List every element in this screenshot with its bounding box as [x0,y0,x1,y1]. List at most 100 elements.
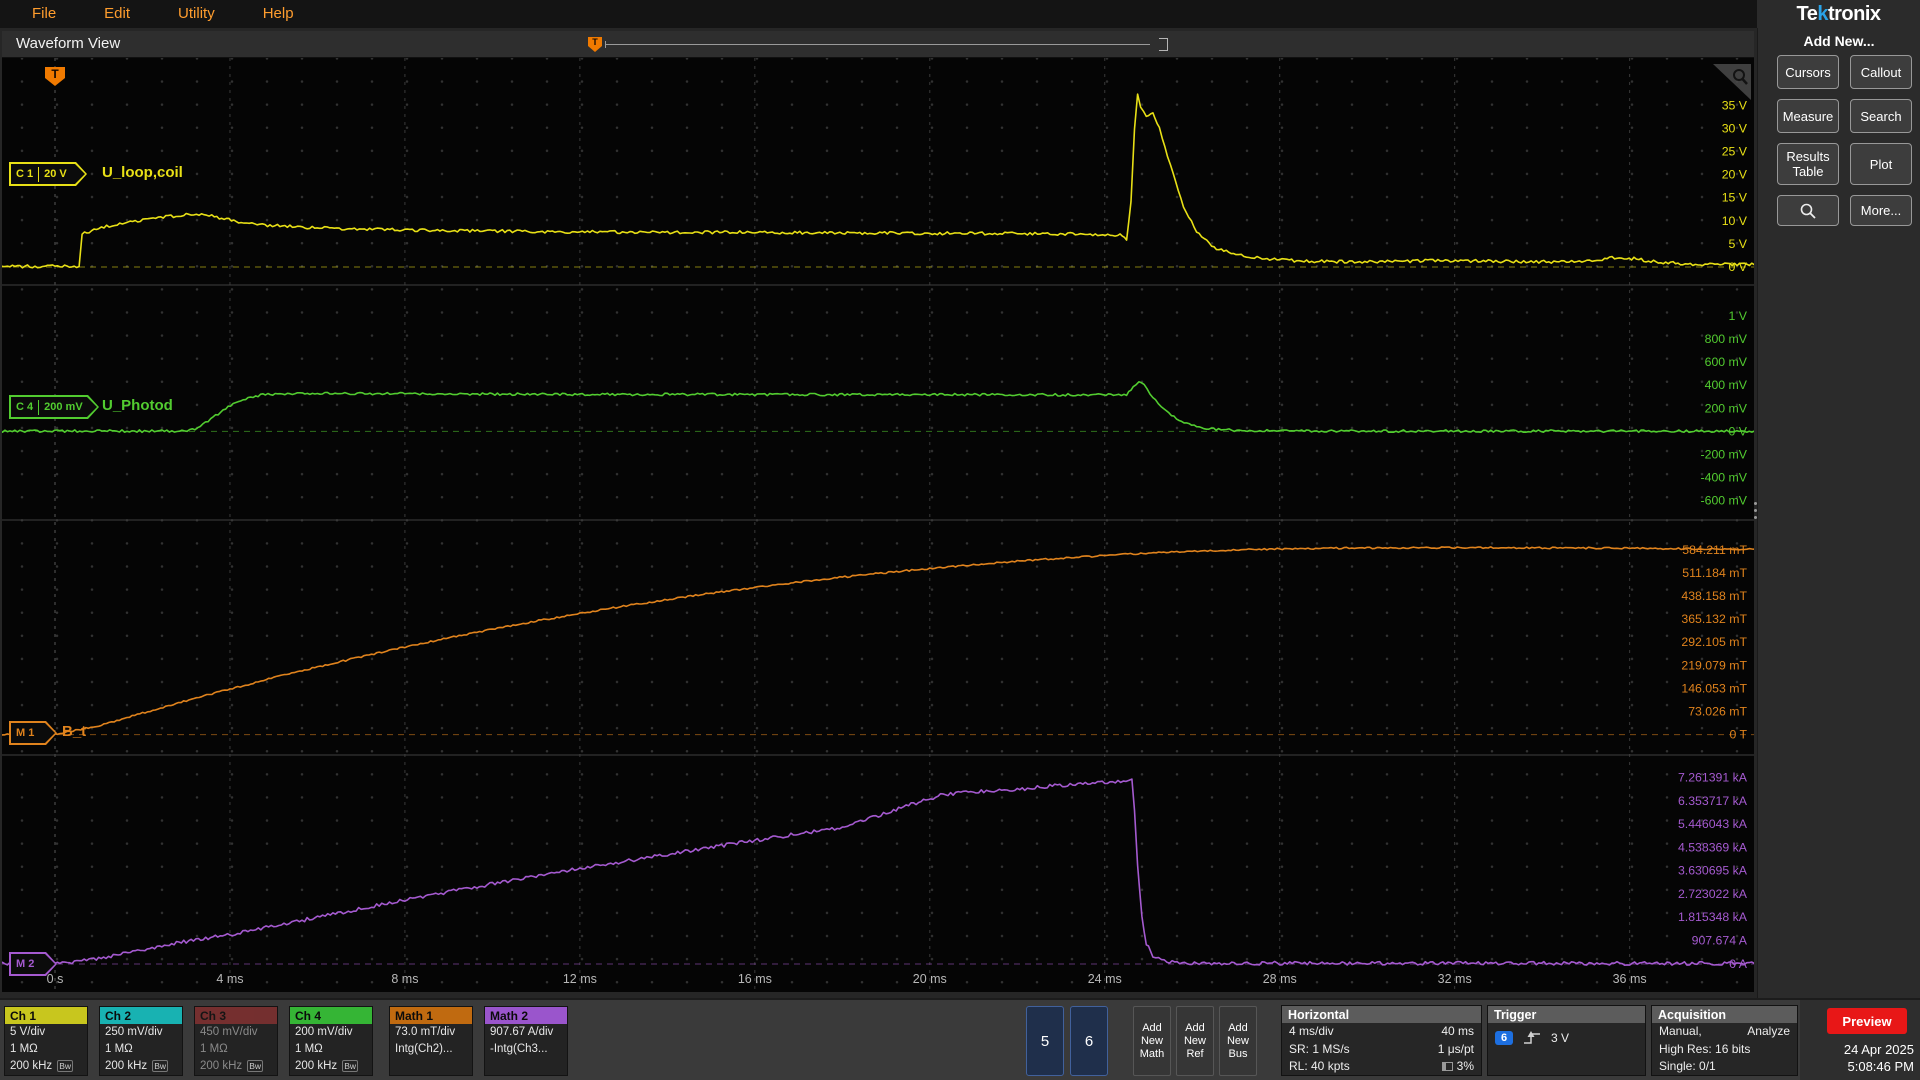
badge-channel-label: C 4 [16,401,34,413]
scale-label: 146.053 mT [1681,681,1747,695]
scale-label: 2.723022 kA [1678,887,1748,901]
right-panel: Add New... Cursors Callout Measure Search Re… [1757,28,1920,998]
acq-single: Single: 0/1 [1659,1059,1716,1073]
trace-c4 [2,381,1754,434]
waveform-view-titlebar: Waveform View T [2,31,1754,58]
zoom-corner-button[interactable] [1711,64,1751,100]
logo-accent: k [1817,2,1828,25]
record-end-bracket[interactable] [1159,38,1168,51]
scale-label: 800 mV [1705,332,1748,346]
more--button[interactable]: More... [1850,195,1912,226]
menu-item-file[interactable]: File [8,0,80,28]
badge-scale-label: 20 V [44,168,67,180]
scale-label: 25 V [1722,145,1748,159]
badge-title: Ch 2 [100,1007,182,1024]
badge-setting: 5 V/div [10,1026,46,1038]
trigger-title: Trigger [1488,1006,1645,1023]
status-date: 24 Apr 2025 [1843,1042,1914,1057]
cursors-button[interactable]: Cursors [1777,55,1839,89]
scale-label: 5.446043 kA [1678,817,1748,831]
badge-title: Ch 1 [5,1007,87,1024]
preview-button[interactable]: Preview [1827,1008,1907,1034]
add-new-ref-button[interactable]: Add New Ref [1176,1006,1214,1076]
tektronix-logo: Tektronix [1796,2,1881,26]
channel-slot-6[interactable]: 6 [1070,1006,1108,1076]
menu-bar: File Edit Utility Help [0,0,1757,28]
record-rail[interactable] [605,41,1150,48]
scale-label: 600 mV [1705,355,1748,369]
measure-button[interactable]: Measure [1777,99,1839,133]
horizontal-setting: 40 ms [1441,1024,1474,1038]
add-button-line: Bus [1228,1047,1248,1060]
badge-setting: -Intg(Ch3... [490,1043,548,1055]
scale-label: -400 mV [1701,471,1748,485]
record-view-map[interactable]: T [588,36,1168,53]
horizontal-panel[interactable]: Horizontal 4 ms/div 40 ms SR: 1 MS/s 1 μs/p… [1281,1005,1482,1076]
trigger-slope-icon [1524,1031,1540,1044]
bottom-badge-ch1[interactable]: Ch 1 5 V/div 1 MΩ 200 kHz Bw [4,1006,88,1076]
badge-setting: 200 kHz Bw [105,1060,168,1072]
bottom-badge-math1[interactable]: Math 1 73.0 mT/div Intg(Ch2)... [389,1006,473,1076]
badge-title: Math 1 [390,1007,472,1024]
bandwidth-limit-badge: Bw [152,1060,168,1072]
badge-setting: 907.67 A/div [490,1026,554,1038]
bottom-badge-math2[interactable]: Math 2 907.67 A/div -Intg(Ch3... [484,1006,568,1076]
menu-item-utility[interactable]: Utility [154,0,239,28]
badge-setting: 73.0 mT/div [395,1026,456,1038]
trigger-level: 3 V [1551,1031,1570,1045]
bottom-badge-ch4[interactable]: Ch 4 200 mV/div 1 MΩ 200 kHz Bw [289,1006,373,1076]
bandwidth-limit-badge: Bw [342,1060,358,1072]
trace-m1 [2,546,1754,736]
waveform-display[interactable]: 0 s 4 ms 8 ms 12 ms 16 ms 20 ms 24 ms 28 ms 32 m… [2,58,1754,992]
scale-label: 400 mV [1705,378,1748,392]
badge-channel-label: M 1 [16,727,35,739]
x-axis-label: 12 ms [563,972,597,986]
badge-channel-label: M 2 [16,958,35,970]
scale-label: 10 V [1722,214,1748,228]
add-button-line: Ref [1186,1047,1204,1060]
record-trigger-marker-icon[interactable]: T [588,37,602,52]
menu-item-help[interactable]: Help [239,0,318,28]
acq-resolution: High Res: 16 bits [1659,1041,1751,1056]
horizontal-setting: 1 μs/pt [1437,1041,1474,1056]
scale-label: 1.815348 kA [1678,910,1748,924]
acquisition-panel[interactable]: Acquisition Manual, Analyze High Res: 16 … [1651,1005,1798,1076]
panel-drag-handle[interactable] [1754,502,1757,505]
plot-button[interactable]: Plot [1850,143,1912,185]
zoom-tool-button[interactable] [1777,195,1839,226]
add-new-math-button[interactable]: Add New Math [1133,1006,1171,1076]
trigger-panel[interactable]: Trigger 6 3 V [1487,1005,1646,1076]
add-button-line: New [1140,1034,1163,1047]
bottom-badge-ch3[interactable]: Ch 3 450 mV/div 1 MΩ 200 kHz Bw [194,1006,278,1076]
results-table-button[interactable]: Results Table [1777,143,1839,185]
badge-setting: 1 MΩ [295,1043,323,1055]
scale-label: 30 V [1722,121,1748,135]
add-new-bus-button[interactable]: Add New Bus [1219,1006,1257,1076]
x-axis-label: 20 ms [913,972,947,986]
logo-text: Te [1796,2,1818,25]
callout-button[interactable]: Callout [1850,55,1912,89]
menu-item-edit[interactable]: Edit [80,0,154,28]
status-time: 5:08:46 PM [1847,1059,1915,1074]
trace-c1 [2,93,1754,269]
acq-analyze: Analyze [1747,1024,1790,1038]
horizontal-setting: RL: 40 kpts [1289,1059,1350,1073]
badge-scale-label: 200 mV [44,401,83,413]
scale-label: 20 V [1722,168,1748,182]
bottom-badge-ch2[interactable]: Ch 2 250 mV/div 1 MΩ 200 kHz Bw [99,1006,183,1076]
bandwidth-limit-badge: Bw [247,1060,263,1072]
trace-label-b-t: B_t [62,723,87,740]
channel-badge-c1[interactable]: C 1 20 V [9,162,87,186]
channel-slot-5[interactable]: 5 [1026,1006,1064,1076]
badge-setting: 250 mV/div [105,1026,163,1038]
channel-badge-c4[interactable]: C 4 200 mV [9,395,99,419]
scale-label: 219.079 mT [1681,658,1747,672]
badge-title: Ch 3 [195,1007,277,1024]
scale-label: 200 mV [1705,401,1748,415]
scale-label: -600 mV [1701,494,1748,508]
search-button[interactable]: Search [1850,99,1912,133]
x-axis-label: 16 ms [738,972,772,986]
x-axis-label: 32 ms [1438,972,1472,986]
badge-setting: 200 kHz Bw [295,1060,358,1072]
scale-label: 438.158 mT [1681,589,1747,603]
